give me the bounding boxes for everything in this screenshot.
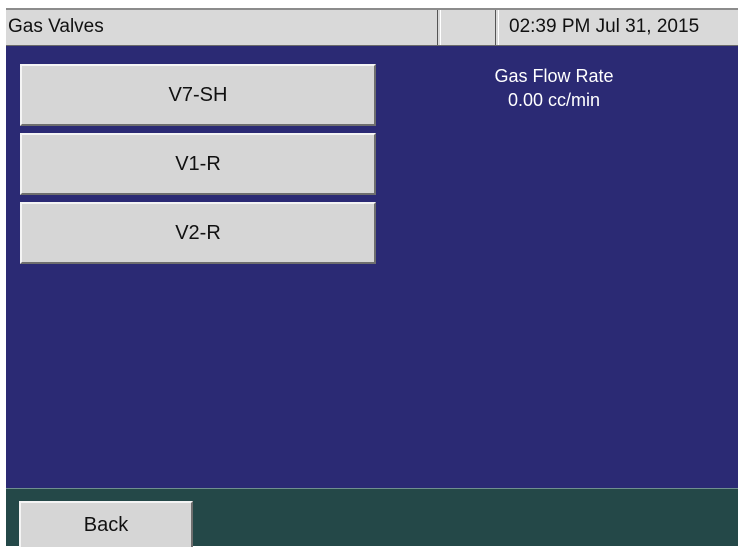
status-cell [440, 10, 496, 45]
gas-flow-rate-label: Gas Flow Rate [494, 66, 614, 86]
main-panel: V7-SH V1-R V2-R Gas Flow Rate 0.00 cc/mi… [6, 46, 738, 488]
back-button[interactable]: Back [19, 501, 193, 547]
bottom-bar: Back [6, 488, 738, 547]
valve-v2-r-button[interactable]: V2-R [20, 202, 376, 264]
valve-v1-r-button[interactable]: V1-R [20, 133, 376, 195]
datetime-display: 02:39 PM Jul 31, 2015 [498, 10, 738, 45]
gas-valves-screen: Gas Valves 02:39 PM Jul 31, 2015 V7-SH V… [0, 0, 738, 547]
screen-title: Gas Valves [6, 10, 438, 45]
gas-flow-rate-value: 0.00 cc/min [507, 90, 601, 110]
valve-v7-sh-button[interactable]: V7-SH [20, 64, 376, 126]
title-bar: Gas Valves 02:39 PM Jul 31, 2015 [6, 8, 738, 46]
